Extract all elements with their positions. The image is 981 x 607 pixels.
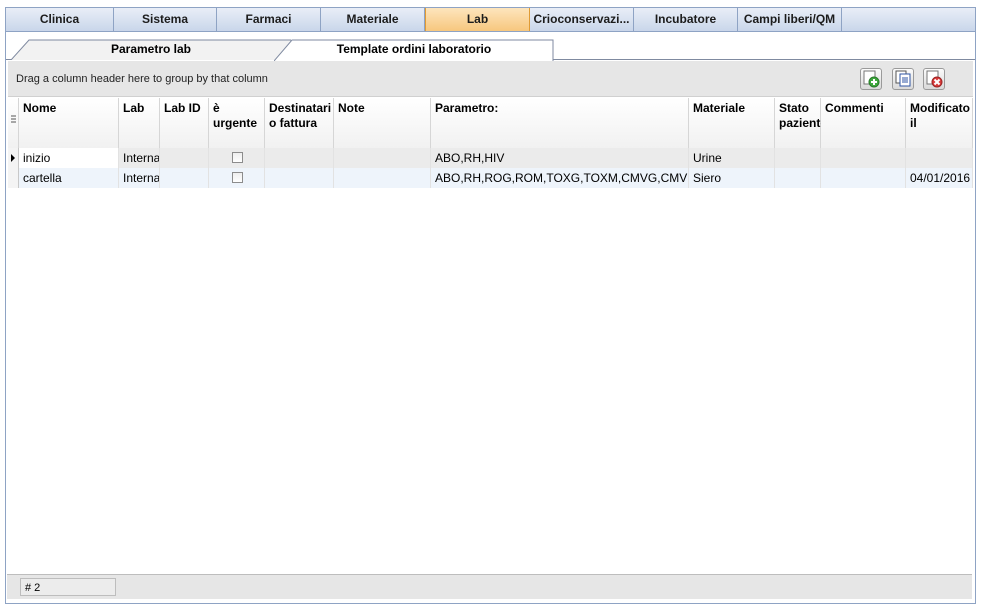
row-selector[interactable] [8,168,19,188]
cell-commenti[interactable] [821,148,906,168]
cell-stato[interactable] [775,148,821,168]
lab-panel: Parametro lab Template ordini laboratori… [5,32,976,604]
cell-note[interactable] [334,148,431,168]
table-row[interactable]: cartella Interna ABO,RH,ROG,ROM,TOXG,TOX… [8,168,973,188]
group-hint: Drag a column header here to group by th… [16,73,268,85]
tab-incubatore[interactable]: Incubatore [634,8,738,31]
tab-materiale[interactable]: Materiale [321,8,425,31]
add-icon [863,70,880,88]
cell-lab-id[interactable] [160,148,209,168]
tab-clinica[interactable]: Clinica [6,8,114,31]
col-header-note[interactable]: Note [334,98,431,148]
delete-button[interactable] [923,68,945,90]
col-header-destinatario[interactable]: Destinatari o fattura [265,98,334,148]
grid-header: Nome Lab Lab ID è urgente Destinatari o … [8,98,973,148]
copy-icon [895,70,911,87]
urgente-checkbox[interactable] [232,172,243,183]
tab-crioconservazione[interactable]: Crioconservazi... [530,8,634,31]
group-by-bar[interactable]: Drag a column header here to group by th… [8,61,973,97]
col-header-nome[interactable]: Nome [19,98,119,148]
column-chooser-icon [11,115,16,123]
record-count: # 2 [20,578,116,596]
cell-urgente [209,168,265,188]
delete-icon [926,70,943,88]
col-header-urgente[interactable]: è urgente [209,98,265,148]
col-header-lab-id[interactable]: Lab ID [160,98,209,148]
tab-campi-liberi[interactable]: Campi liberi/QM [738,8,842,31]
subtab-template-ordini-label: Template ordini laboratorio [336,42,492,56]
col-header-modificato[interactable]: Modificato il [906,98,973,148]
tab-sistema[interactable]: Sistema [114,8,217,31]
cell-parametro[interactable]: ABO,RH,HIV [431,148,689,168]
cell-lab[interactable]: Interna [119,148,160,168]
cell-nome[interactable]: inizio [19,148,119,168]
col-header-stato-paziente[interactable]: Stato paziente [775,98,827,148]
current-row-icon [11,154,15,162]
cell-stato[interactable] [775,168,821,188]
col-header-lab[interactable]: Lab [119,98,160,148]
sub-tab-bar: Parametro lab Template ordini laboratori… [6,37,975,61]
col-header-parametro[interactable]: Parametro: [431,98,689,148]
tab-lab[interactable]: Lab [425,8,530,31]
tab-farmaci[interactable]: Farmaci [217,8,321,31]
cell-destinatario[interactable] [265,148,334,168]
cell-materiale[interactable]: Siero [689,168,775,188]
grid-footer: # 2 [7,574,972,599]
cell-urgente [209,148,265,168]
urgente-checkbox[interactable] [232,152,243,163]
cell-note[interactable] [334,168,431,188]
cell-nome[interactable]: cartella [19,168,119,188]
subtab-template-ordini[interactable]: Template ordini laboratorio [274,39,554,61]
cell-modificato[interactable] [906,148,973,168]
cell-commenti[interactable] [821,168,906,188]
cell-destinatario[interactable] [265,168,334,188]
cell-materiale[interactable]: Urine [689,148,775,168]
subtab-parametro-lab-label: Parametro lab [110,42,192,56]
copy-button[interactable] [892,68,914,90]
row-selector[interactable] [8,148,19,168]
main-tab-bar: Clinica Sistema Farmaci Materiale Lab Cr… [5,7,976,32]
add-button[interactable] [860,68,882,90]
cell-parametro[interactable]: ABO,RH,ROG,ROM,TOXG,TOXM,CMVG,CMVM, [431,168,689,188]
subtab-parametro-lab[interactable]: Parametro lab [11,39,291,60]
table-row[interactable]: inizio Interna ABO,RH,HIV Urine [8,148,973,168]
col-header-commenti[interactable]: Commenti [821,98,906,148]
cell-lab[interactable]: Interna [119,168,160,188]
cell-modificato[interactable]: 04/01/2016 [906,168,973,188]
cell-lab-id[interactable] [160,168,209,188]
column-chooser[interactable] [8,98,19,148]
orders-template-grid: Nome Lab Lab ID è urgente Destinatari o … [8,98,973,570]
col-header-materiale[interactable]: Materiale [689,98,775,148]
